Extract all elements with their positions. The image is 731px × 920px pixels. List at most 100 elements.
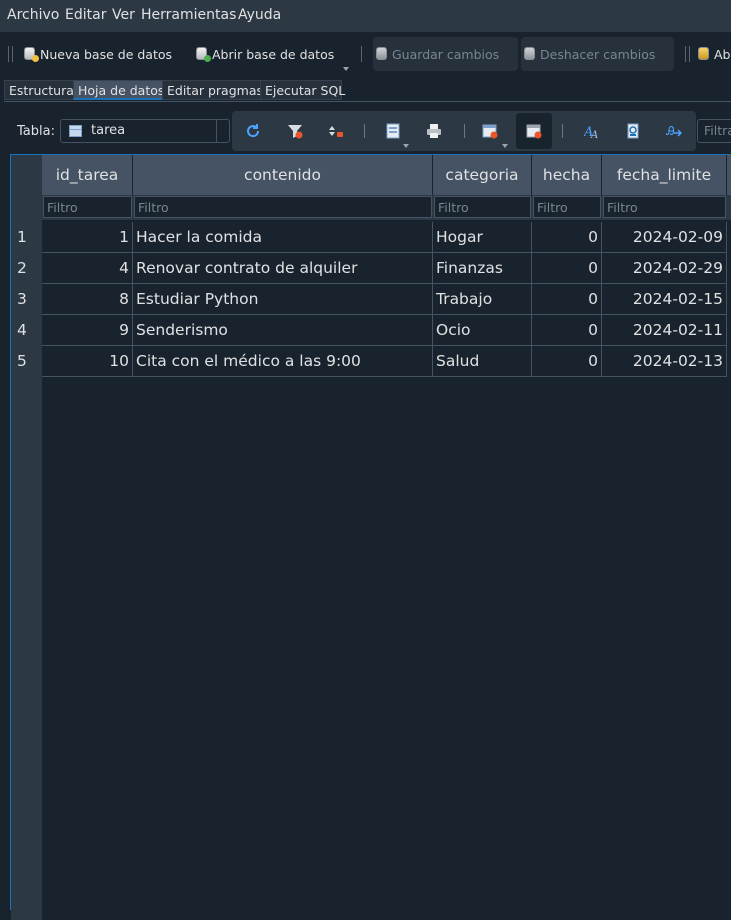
tab-divider bbox=[4, 101, 731, 102]
insert-record-icon[interactable] bbox=[478, 119, 502, 143]
menu-herramientas[interactable]: Herramientas bbox=[141, 7, 236, 23]
table-row[interactable]: 2 4 Renovar contrato de alquiler Finanza… bbox=[11, 253, 731, 284]
find-replace-icon[interactable] bbox=[621, 119, 645, 143]
table-select[interactable]: tarea bbox=[60, 119, 230, 143]
print-icon[interactable] bbox=[422, 119, 446, 143]
new-database-icon bbox=[24, 47, 39, 62]
cell-id-tarea[interactable]: 8 bbox=[42, 284, 133, 315]
cell-id-tarea[interactable]: 10 bbox=[42, 346, 133, 377]
svg-text:A: A bbox=[590, 130, 598, 139]
row-number[interactable]: 3 bbox=[11, 284, 42, 315]
cell-fecha-limite[interactable]: 2024-02-15 bbox=[602, 284, 727, 315]
tab-ejecutar-sql[interactable]: Ejecutar SQL bbox=[260, 80, 345, 100]
grid-corner[interactable] bbox=[11, 155, 42, 220]
toolbar-separator bbox=[361, 46, 362, 62]
menu-archivo[interactable]: Archivo bbox=[7, 7, 59, 23]
new-record-icon[interactable] bbox=[381, 119, 405, 143]
toolbar-grip[interactable] bbox=[8, 46, 13, 62]
column-header-overflow bbox=[727, 155, 731, 195]
open-database-icon bbox=[196, 47, 211, 62]
data-grid: id_tarea contenido categoria hecha fecha… bbox=[10, 154, 731, 920]
open-database-label: Abrir base de datos bbox=[212, 46, 335, 62]
tab-estructura[interactable]: Estructura bbox=[4, 80, 74, 100]
cell-hecha[interactable]: 0 bbox=[532, 315, 602, 346]
cell-hecha[interactable]: 0 bbox=[532, 346, 602, 377]
goto-icon[interactable]: Ꭿ bbox=[662, 119, 686, 143]
tools-separator-3 bbox=[562, 124, 563, 138]
cell-fecha-limite[interactable]: 2024-02-29 bbox=[602, 253, 727, 284]
filter-row: Filtro Filtro Filtro Filtro Filtro bbox=[42, 195, 731, 220]
cell-contenido[interactable]: Estudiar Python bbox=[133, 284, 433, 315]
filter-input-fecha-limite[interactable]: Filtro bbox=[603, 196, 726, 218]
tab-editar-pragmas[interactable]: Editar pragmas bbox=[162, 80, 263, 100]
filter-search-input[interactable]: Filtra bbox=[697, 119, 731, 143]
save-changes-icon bbox=[376, 47, 389, 61]
menu-ver[interactable]: Ver bbox=[112, 7, 135, 23]
tools-separator-1 bbox=[364, 124, 365, 138]
tools-separator-2 bbox=[464, 124, 465, 138]
column-header-contenido[interactable]: contenido bbox=[133, 155, 433, 195]
menu-editar[interactable]: Editar bbox=[65, 7, 106, 23]
filter-input-contenido[interactable]: Filtro bbox=[134, 196, 432, 218]
new-database-button[interactable]: Nueva base de datos bbox=[24, 37, 174, 71]
filter-input-hecha[interactable]: Filtro bbox=[533, 196, 601, 218]
table-icon bbox=[69, 125, 82, 137]
sort-icon[interactable] bbox=[324, 119, 348, 143]
refresh-icon[interactable] bbox=[241, 119, 265, 143]
undo-changes-label: Deshacer cambios bbox=[540, 46, 656, 62]
new-database-label: Nueva base de datos bbox=[40, 46, 173, 62]
datasheet-toolbar: AA Ꭿ bbox=[232, 111, 696, 151]
cell-id-tarea[interactable]: 1 bbox=[42, 222, 133, 253]
cell-hecha[interactable]: 0 bbox=[532, 253, 602, 284]
undo-changes-button[interactable]: Deshacer cambios bbox=[521, 37, 674, 71]
row-number[interactable]: 1 bbox=[11, 222, 42, 253]
save-changes-button[interactable]: Guardar cambios bbox=[373, 37, 518, 71]
table-label: Tabla: bbox=[17, 124, 55, 139]
row-number[interactable]: 5 bbox=[11, 346, 42, 377]
delete-record-icon[interactable] bbox=[516, 113, 552, 149]
row-number[interactable]: 2 bbox=[11, 253, 42, 284]
insert-record-menu-arrow[interactable] bbox=[502, 144, 508, 148]
cell-hecha[interactable]: 0 bbox=[532, 222, 602, 253]
column-header-hecha[interactable]: hecha bbox=[532, 155, 602, 195]
cell-id-tarea[interactable]: 9 bbox=[42, 315, 133, 346]
table-row[interactable]: 5 10 Cita con el médico a las 9:00 Salud… bbox=[11, 346, 731, 377]
cell-fecha-limite[interactable]: 2024-02-09 bbox=[602, 222, 727, 253]
cell-categoria[interactable]: Ocio bbox=[433, 315, 532, 346]
cell-hecha[interactable]: 0 bbox=[532, 284, 602, 315]
clear-filters-icon[interactable] bbox=[283, 119, 307, 143]
filter-input-categoria[interactable]: Filtro bbox=[434, 196, 531, 218]
column-header-id-tarea[interactable]: id_tarea bbox=[42, 155, 133, 195]
filter-input-id-tarea[interactable]: Filtro bbox=[43, 196, 132, 218]
save-changes-label: Guardar cambios bbox=[392, 46, 500, 62]
cell-contenido[interactable]: Senderismo bbox=[133, 315, 433, 346]
cell-contenido[interactable]: Renovar contrato de alquiler bbox=[133, 253, 433, 284]
cell-id-tarea[interactable]: 4 bbox=[42, 253, 133, 284]
more-button[interactable]: Ab bbox=[698, 37, 731, 71]
open-database-menu-arrow[interactable] bbox=[343, 67, 349, 71]
table-row[interactable]: 4 9 Senderismo Ocio 0 2024-02-11 bbox=[11, 315, 731, 346]
new-record-menu-arrow[interactable] bbox=[403, 144, 409, 148]
more-label: Ab bbox=[714, 46, 731, 62]
menu-ayuda[interactable]: Ayuda bbox=[238, 7, 281, 23]
table-select-value: tarea bbox=[91, 123, 126, 138]
cell-contenido[interactable]: Hacer la comida bbox=[133, 222, 433, 253]
cell-categoria[interactable]: Salud bbox=[433, 346, 532, 377]
column-header-categoria[interactable]: categoria bbox=[433, 155, 532, 195]
find-icon[interactable]: AA bbox=[580, 119, 604, 143]
open-database-button[interactable]: Abrir base de datos bbox=[196, 37, 346, 71]
cell-categoria[interactable]: Trabajo bbox=[433, 284, 532, 315]
cell-contenido[interactable]: Cita con el médico a las 9:00 bbox=[133, 346, 433, 377]
cell-fecha-limite[interactable]: 2024-02-11 bbox=[602, 315, 727, 346]
svg-text:Ꭿ: Ꭿ bbox=[666, 124, 675, 138]
tab-hoja-de-datos[interactable]: Hoja de datos bbox=[73, 80, 164, 100]
cell-categoria[interactable]: Hogar bbox=[433, 222, 532, 253]
cell-categoria[interactable]: Finanzas bbox=[433, 253, 532, 284]
main-toolbar: Nueva base de datos Abrir base de datos … bbox=[0, 33, 731, 75]
column-header-fecha-limite[interactable]: fecha_limite bbox=[602, 155, 727, 195]
cell-fecha-limite[interactable]: 2024-02-13 bbox=[602, 346, 727, 377]
row-number[interactable]: 4 bbox=[11, 315, 42, 346]
table-row[interactable]: 3 8 Estudiar Python Trabajo 0 2024-02-15 bbox=[11, 284, 731, 315]
table-select-dropdown[interactable] bbox=[216, 120, 229, 142]
table-row[interactable]: 1 1 Hacer la comida Hogar 0 2024-02-09 bbox=[11, 222, 731, 253]
